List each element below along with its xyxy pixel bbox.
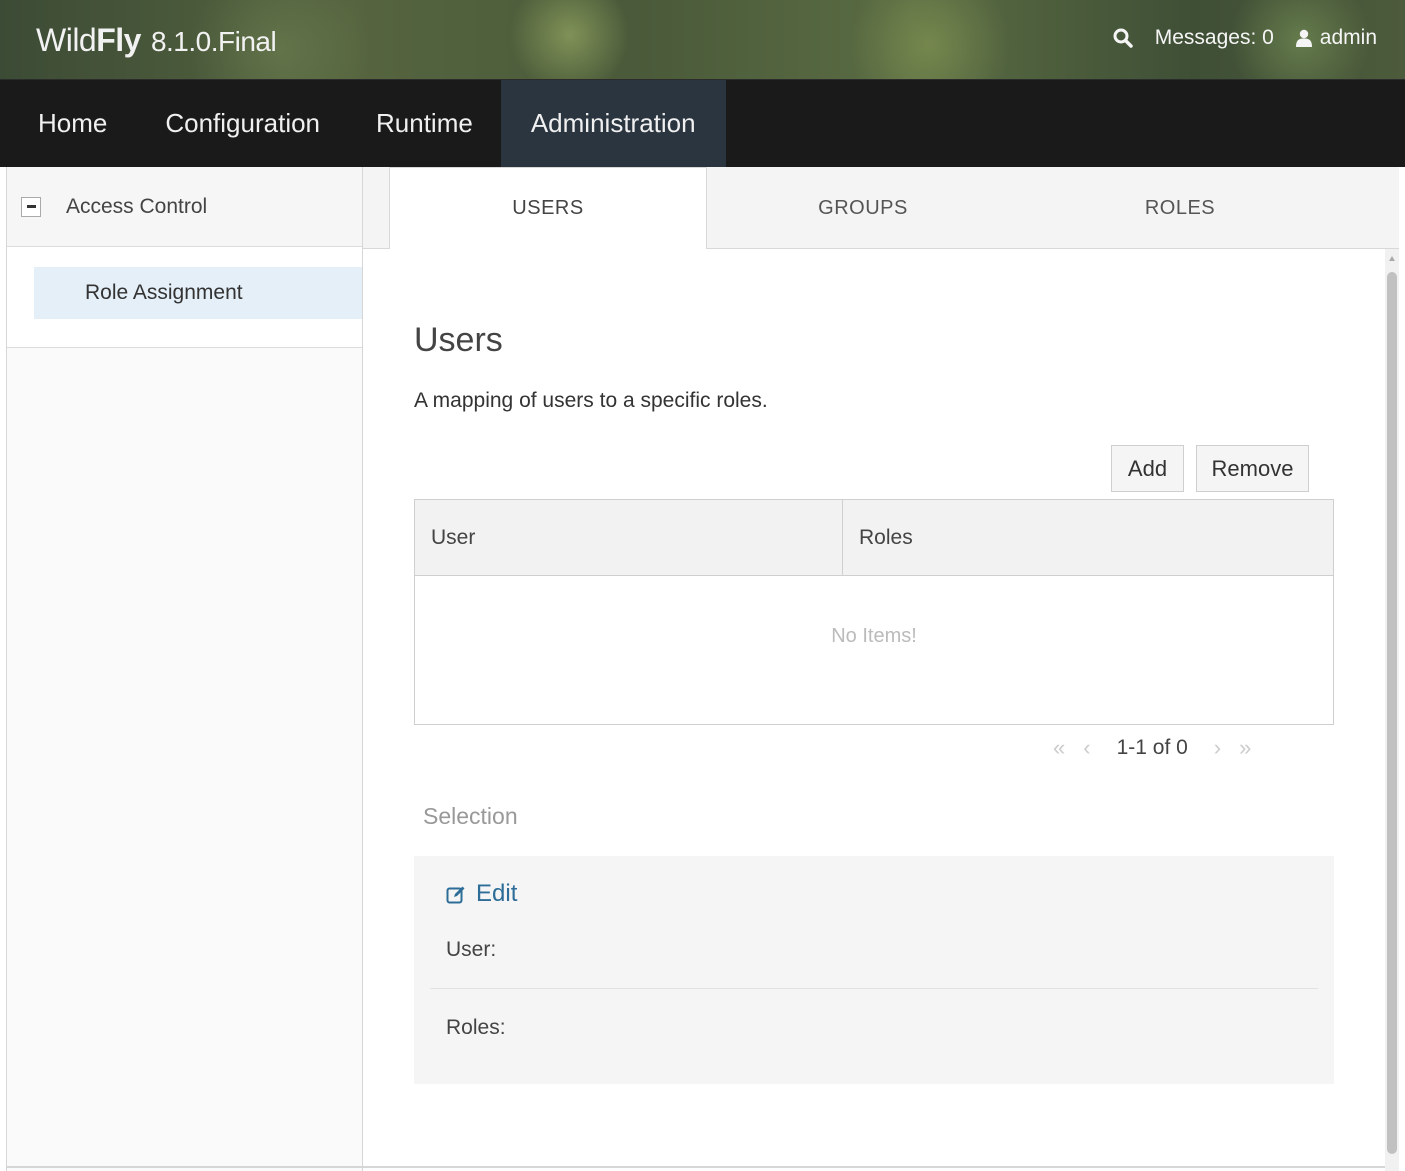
pager: « ‹ 1-1 of 0 › »	[1053, 735, 1251, 761]
user-label: admin	[1319, 26, 1377, 49]
page-description: A mapping of users to a specific roles.	[414, 389, 768, 412]
search-icon[interactable]	[1113, 26, 1133, 50]
selection-heading: Selection	[423, 803, 518, 829]
user-menu[interactable]: admin	[1295, 26, 1377, 50]
edit-link[interactable]: Edit	[446, 880, 517, 908]
collapse-icon[interactable]	[21, 196, 41, 217]
sidebar-item-role-assignment[interactable]: Role Assignment	[34, 267, 362, 319]
sidebar-section-label: Access Control	[66, 194, 208, 218]
pager-info: 1-1 of 0	[1116, 736, 1188, 759]
prev-page-icon[interactable]: ‹	[1083, 735, 1090, 761]
logo-fly-text: Fly	[96, 22, 141, 58]
nav-runtime[interactable]: Runtime	[348, 80, 501, 167]
brand-bar: WildFly 8.1.0.Final Messages: 0 admin	[0, 0, 1405, 80]
roles-field-label: Roles:	[446, 1016, 506, 1039]
edit-icon	[446, 880, 466, 908]
table-header: User Roles	[415, 500, 1333, 576]
sidebar: Access Control Role Assignment	[6, 167, 363, 1171]
version-label: 8.1.0.Final	[150, 26, 277, 57]
add-button[interactable]: Add	[1111, 445, 1184, 492]
messages-link[interactable]: Messages: 0	[1155, 26, 1274, 50]
edit-label: Edit	[476, 880, 518, 907]
tab-groups[interactable]: GROUPS	[704, 167, 1022, 249]
app-logo[interactable]: WildFly 8.1.0.Final	[36, 22, 277, 59]
header-utilities: Messages: 0 admin	[1113, 26, 1377, 50]
subtab-bar: USERS GROUPS ROLES	[363, 167, 1399, 250]
users-table: User Roles No Items!	[414, 499, 1334, 725]
column-header-user[interactable]: User	[415, 500, 843, 575]
user-field-label: User:	[446, 938, 497, 961]
nav-configuration[interactable]: Configuration	[137, 80, 348, 167]
page-title: Users	[414, 321, 503, 359]
user-icon	[1295, 26, 1312, 50]
selection-panel: Edit User: Roles:	[414, 856, 1334, 1084]
divider	[430, 988, 1318, 989]
nav-administration[interactable]: Administration	[500, 80, 726, 167]
logo-wild-text: Wild	[36, 22, 97, 58]
remove-button[interactable]: Remove	[1196, 445, 1309, 492]
last-page-icon[interactable]: »	[1239, 735, 1251, 761]
column-header-roles[interactable]: Roles	[843, 500, 1333, 575]
table-empty-message: No Items!	[831, 625, 917, 647]
messages-label: Messages: 0	[1154, 26, 1274, 49]
nav-home[interactable]: Home	[0, 80, 137, 167]
tab-roles[interactable]: ROLES	[1021, 167, 1339, 249]
next-page-icon[interactable]: ›	[1214, 735, 1221, 761]
sidebar-section-access-control[interactable]: Access Control	[7, 167, 362, 247]
main-content: Users A mapping of users to a specific r…	[363, 249, 1385, 1171]
first-page-icon[interactable]: «	[1053, 735, 1065, 761]
sidebar-list: Role Assignment	[7, 247, 362, 348]
tab-users[interactable]: USERS	[389, 167, 707, 250]
scrollbar-thumb[interactable]	[1387, 272, 1397, 1154]
divider	[6, 1166, 1385, 1168]
main-navigation: Home Configuration Runtime Administratio…	[0, 80, 1405, 167]
scroll-up-icon[interactable]	[1389, 256, 1395, 261]
